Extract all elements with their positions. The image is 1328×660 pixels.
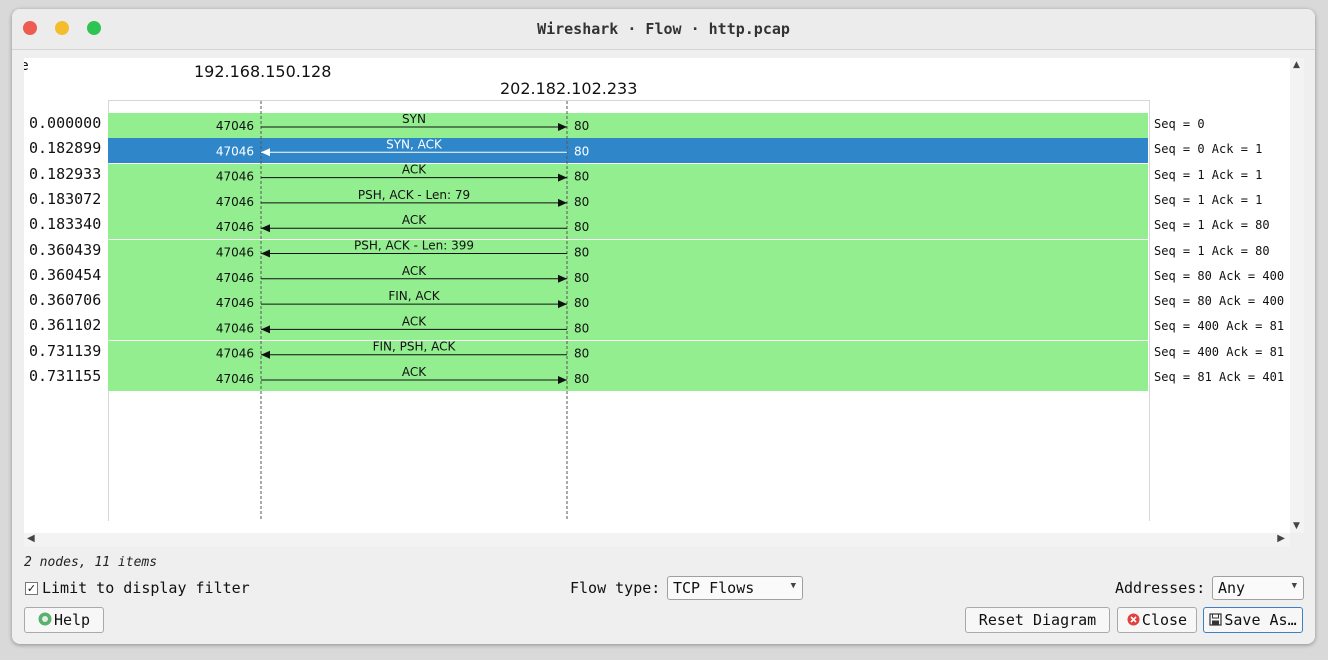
status-text: 2 nodes, 11 items (24, 555, 158, 570)
arrow-right-icon (558, 173, 567, 182)
flow-type-label: Flow type: (570, 579, 661, 597)
arrow-left-icon (261, 350, 270, 359)
flow-arrow-label: ACK (402, 264, 427, 278)
addresses-value: Any (1218, 579, 1246, 597)
source-port: 47046 (216, 271, 254, 285)
help-button[interactable]: Help (24, 607, 104, 633)
addresses-label: Addresses: (1115, 579, 1206, 597)
help-button-label: Help (53, 611, 91, 629)
flow-diagram[interactable]: e ( 192.168.150.128 202.182.102.233 0.00… (24, 58, 1290, 533)
reset-diagram-button[interactable]: Reset Diagram (965, 607, 1110, 633)
scroll-left-icon[interactable]: ◀ (27, 533, 35, 544)
source-port: 47046 (216, 246, 254, 260)
arrow-right-icon (558, 300, 567, 309)
destination-port: 80 (574, 246, 589, 260)
save-disk-icon (1209, 609, 1222, 633)
flow-arrow-label: PSH, ACK - Len: 399 (354, 239, 474, 253)
flow-window: Wireshark · Flow · http.pcap e ( 192.168… (12, 9, 1315, 644)
arrow-right-icon (558, 376, 567, 384)
arrow-left-icon (261, 224, 270, 233)
destination-port: 80 (574, 170, 589, 184)
title-bar: Wireshark · Flow · http.pcap (12, 9, 1315, 50)
window-title: Wireshark · Flow · http.pcap (537, 20, 790, 38)
source-port: 47046 (216, 347, 254, 361)
flow-arrow-label: ACK (402, 314, 427, 328)
flow-type-value: TCP Flows (673, 579, 755, 597)
destination-port: 80 (574, 347, 589, 361)
destination-port: 80 (574, 195, 589, 209)
help-circle-icon (38, 609, 52, 633)
destination-port: 80 (574, 321, 589, 335)
flow-arrow-label: FIN, ACK (388, 289, 440, 303)
destination-port: 80 (574, 271, 589, 285)
addresses-select[interactable]: Any ▼ (1212, 576, 1304, 600)
chevron-down-icon: ▼ (790, 581, 796, 591)
arrow-left-icon (261, 325, 270, 334)
flow-arrow-label: ACK (402, 365, 427, 379)
arrow-left-icon (261, 249, 270, 258)
destination-port: 80 (574, 144, 589, 158)
flow-arrow-label: SYN (402, 112, 426, 126)
limit-to-display-filter-checkbox[interactable]: ✓ (25, 582, 38, 595)
save-as-button[interactable]: Save As… (1203, 607, 1303, 633)
flow-arrow-label: ACK (402, 163, 427, 177)
arrow-right-icon (558, 123, 567, 131)
source-port: 47046 (216, 170, 254, 184)
save-as-button-label: Save As… (1224, 611, 1297, 629)
destination-port: 80 (574, 119, 589, 133)
source-port: 47046 (216, 195, 254, 209)
reset-diagram-label: Reset Diagram (978, 611, 1097, 629)
source-port: 47046 (216, 372, 254, 386)
arrow-right-icon (558, 274, 567, 283)
flow-arrow-label: SYN, ACK (386, 137, 443, 151)
scroll-up-icon[interactable]: ▲ (1293, 60, 1300, 70)
flow-arrow-label: FIN, PSH, ACK (373, 340, 457, 354)
close-button[interactable]: Close (1117, 607, 1197, 633)
flow-arrows: SYN 47046 80 SYN, ACK 47046 80 ACK 47046 80 PSH, … (216, 101, 589, 520)
destination-port: 80 (574, 372, 589, 386)
flow-arrow-label: PSH, ACK - Len: 79 (358, 188, 470, 202)
flow-arrow-label: ACK (402, 213, 427, 227)
vertical-scrollbar[interactable]: ▲ ▼ (1290, 58, 1304, 533)
limit-to-display-filter-label[interactable]: Limit to display filter (42, 579, 250, 597)
source-port: 47046 (216, 119, 254, 133)
close-button-label: Close (1141, 611, 1188, 629)
flow-type-select[interactable]: TCP Flows ▼ (667, 576, 803, 600)
horizontal-scrollbar[interactable]: ◀ ▶ (24, 533, 1290, 547)
source-port: 47046 (216, 321, 254, 335)
destination-port: 80 (574, 296, 589, 310)
close-circle-icon (1127, 609, 1140, 633)
scroll-down-icon[interactable]: ▼ (1293, 521, 1300, 531)
source-port: 47046 (216, 144, 254, 158)
arrow-right-icon (558, 198, 567, 207)
scroll-right-icon[interactable]: ▶ (1277, 533, 1285, 544)
source-port: 47046 (216, 220, 254, 234)
arrow-left-icon (261, 148, 270, 157)
destination-port: 80 (574, 220, 589, 234)
source-port: 47046 (216, 296, 254, 310)
chevron-down-icon: ▼ (1291, 581, 1297, 591)
